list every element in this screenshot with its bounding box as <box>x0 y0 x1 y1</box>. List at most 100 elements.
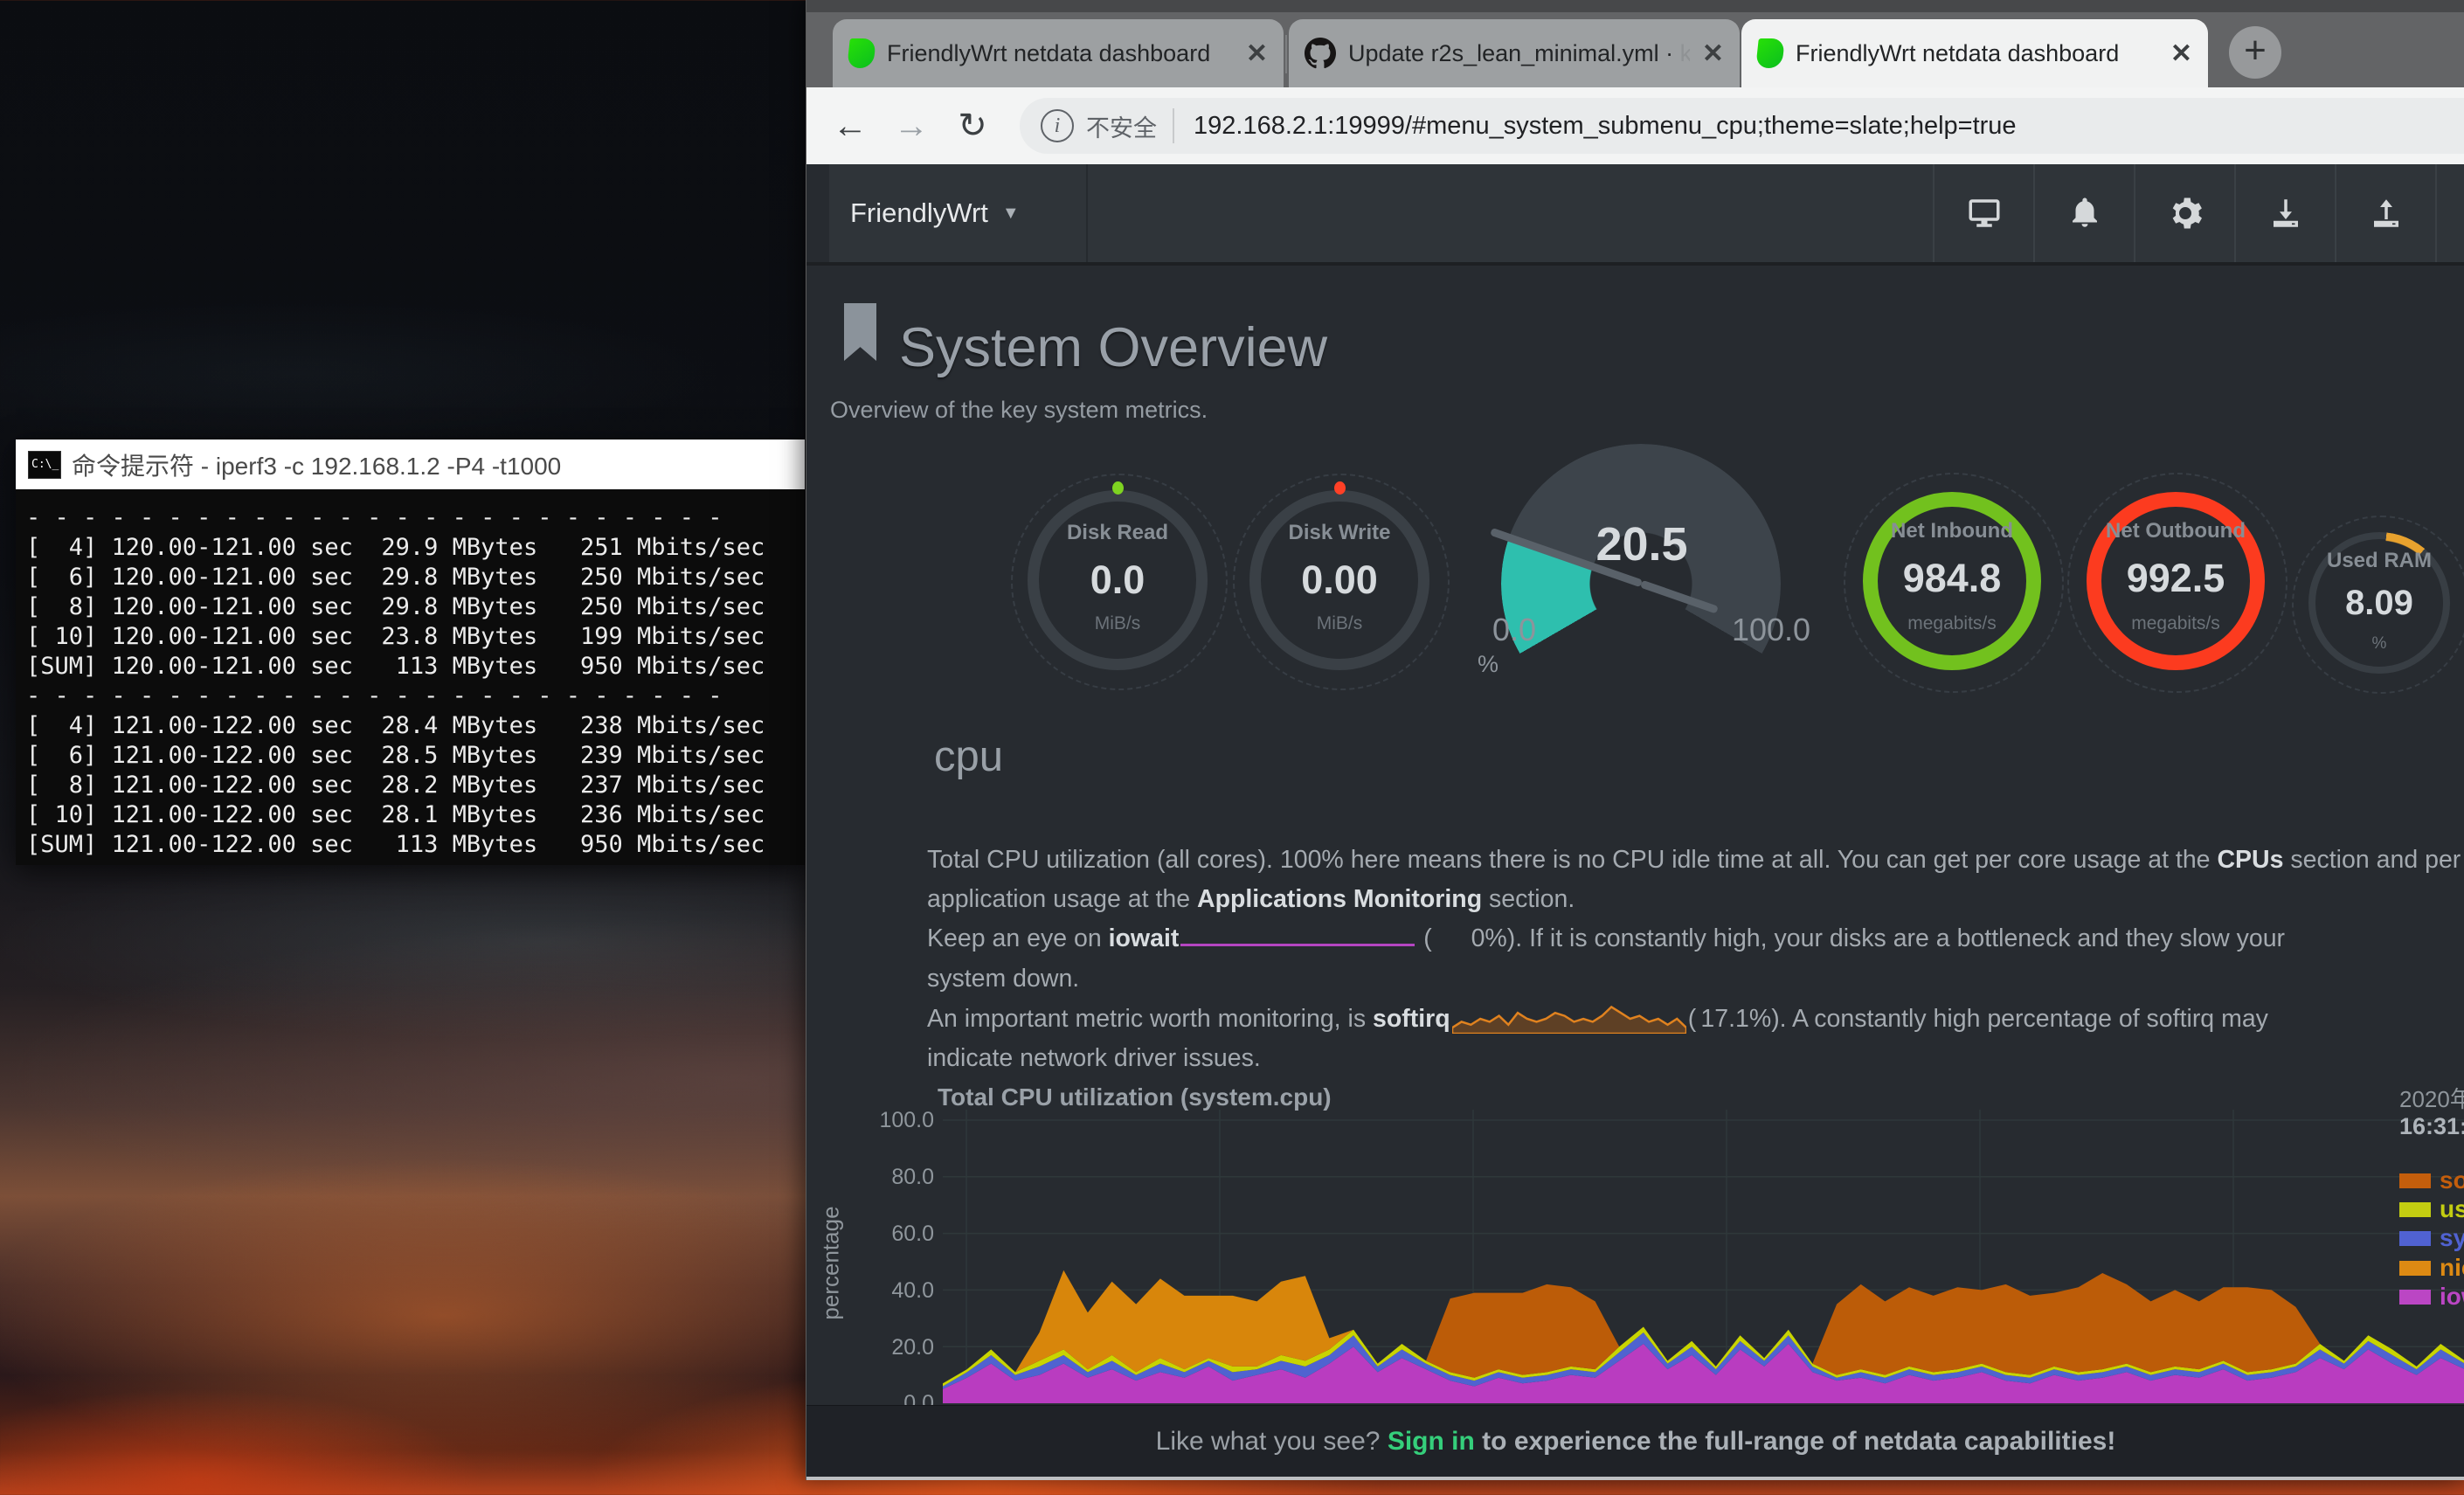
y-tick: 80.0 <box>829 1165 934 1190</box>
gear-icon <box>2167 195 2204 232</box>
legend-item[interactable]: nice <box>2399 1256 2464 1279</box>
monitor-icon <box>1966 195 2003 232</box>
tab-title: Update r2s_lean_minimal.yml · k <box>1348 40 1690 67</box>
gauge-value: 984.8 <box>1865 556 2039 601</box>
new-tab-button[interactable]: + <box>2229 26 2281 79</box>
tab-separator <box>1285 35 1287 73</box>
cpu-gauge-value: 20.5 <box>1554 517 1729 571</box>
forward-button[interactable]: → <box>889 103 934 149</box>
cpus-link[interactable]: CPUs <box>2217 846 2283 874</box>
print-monitor-button[interactable] <box>1933 164 2033 262</box>
import-snapshot-button[interactable] <box>2335 164 2435 262</box>
gauge-value: 0.00 <box>1252 557 1427 603</box>
page-title: System Overview <box>899 316 1327 379</box>
terminal-line: [ 10] 121.00-122.00 sec 28.1 MBytes 236 … <box>26 800 805 830</box>
gauge-value: 992.5 <box>2088 556 2263 601</box>
legend-swatch <box>2399 1231 2431 1246</box>
softirq-sparkline <box>1452 999 1686 1034</box>
cpu-gauge-unit: % <box>1418 651 1558 678</box>
tab-close-icon[interactable]: ✕ <box>2170 38 2192 69</box>
y-axis-label: percentage <box>818 1185 845 1342</box>
tab-strip: FriendlyWrt netdata dashboard ✕ Update r… <box>806 0 2464 87</box>
legend-swatch <box>2399 1261 2431 1276</box>
signin-bar: Like what you see? Sign in to experience… <box>806 1405 2464 1478</box>
alarms-button[interactable] <box>2033 164 2134 262</box>
toolbar-button-clipped[interactable] <box>2435 164 2464 262</box>
gauge-unit: MiB/s <box>1030 613 1205 634</box>
window-bottom-edge <box>806 1477 2464 1480</box>
iowait-value: 0% <box>1432 919 1507 959</box>
terminal-line: [ 4] 121.00-122.00 sec 28.4 MBytes 238 M… <box>26 711 805 741</box>
y-tick: 20.0 <box>829 1335 934 1360</box>
legend-item[interactable]: iowait <box>2399 1285 2464 1308</box>
legend-item[interactable]: user <box>2399 1198 2464 1221</box>
legend-item[interactable]: softirq <box>2399 1169 2464 1192</box>
terminal-line: [ 4] 120.00-121.00 sec 29.9 MBytes 251 M… <box>26 533 805 563</box>
upload-icon <box>2368 195 2405 232</box>
address-bar[interactable]: i 不安全 192.168.2.1:19999/#menu_system_sub… <box>1020 98 2464 154</box>
cpu-gauge-min: 0.0 <box>1444 612 1584 648</box>
host-name: FriendlyWrt <box>850 197 988 229</box>
tab-close-icon[interactable]: ✕ <box>1702 38 1724 69</box>
cpu-utilization-chart[interactable] <box>943 1110 2464 1405</box>
cmd-icon: C:\_ <box>28 451 61 479</box>
export-snapshot-button[interactable] <box>2234 164 2335 262</box>
gauge-label: Disk Write <box>1252 521 1427 545</box>
gauge-label: Net Outbound <box>2088 519 2263 543</box>
tab-title: FriendlyWrt netdata dashboard <box>887 40 1234 67</box>
reload-button[interactable]: ↻ <box>950 103 995 149</box>
disk-write-status-dot <box>1334 481 1346 495</box>
chart-date: 2020年3 <box>2399 1082 2464 1114</box>
chart-time: 16:31:2 <box>2399 1113 2464 1140</box>
legend-item[interactable]: system <box>2399 1227 2464 1249</box>
tab-github[interactable]: Update r2s_lean_minimal.yml · k ✕ <box>1289 19 1740 87</box>
chevron-down-icon: ▼ <box>1002 204 1020 224</box>
applications-monitoring-link[interactable]: Applications Monitoring <box>1197 885 1482 913</box>
tab-title: FriendlyWrt netdata dashboard <box>1796 40 2158 67</box>
y-tick: 40.0 <box>829 1278 934 1304</box>
settings-button[interactable] <box>2134 164 2234 262</box>
browser-toolbar: ← → ↻ i 不安全 192.168.2.1:19999/#menu_syst… <box>806 87 2464 164</box>
url-separator <box>1173 108 1174 143</box>
terminal-line: - - - - - - - - - - - - - - - - - - - - … <box>26 503 805 533</box>
gauge-value: 8.09 <box>2292 584 2464 623</box>
tab-netdata-2-active[interactable]: FriendlyWrt netdata dashboard ✕ <box>1741 19 2208 87</box>
cpu-description: Total CPU utilization (all cores). 100% … <box>927 841 2461 1078</box>
cpu-gauge-max: 100.0 <box>1701 612 1841 648</box>
netdata-favicon <box>847 38 876 68</box>
terminal-output[interactable]: - - - - - - - - - - - - - - - - - - - - … <box>16 489 805 865</box>
host-dropdown[interactable]: FriendlyWrt ▼ <box>806 164 1088 262</box>
back-button[interactable]: ← <box>827 103 873 149</box>
legend-swatch <box>2399 1173 2431 1188</box>
gauge-label: Disk Read <box>1030 521 1205 545</box>
terminal-line: [ 8] 120.00-121.00 sec 29.8 MBytes 250 M… <box>26 592 805 622</box>
gauge-label: Net Inbound <box>1865 519 2039 543</box>
terminal-line: [SUM] 121.00-122.00 sec 113 MBytes 950 M… <box>26 830 805 860</box>
security-label: 不安全 <box>1086 109 1157 143</box>
legend-swatch <box>2399 1290 2431 1305</box>
iowait-sparkline <box>1180 939 1415 946</box>
tab-close-icon[interactable]: ✕ <box>1246 38 1268 69</box>
terminal-titlebar[interactable]: C:\_ 命令提示符 - iperf3 -c 192.168.1.2 -P4 -… <box>16 440 805 489</box>
y-tick: 60.0 <box>829 1222 934 1247</box>
terminal-window: C:\_ 命令提示符 - iperf3 -c 192.168.1.2 -P4 -… <box>16 440 805 865</box>
terminal-line: [ 6] 121.00-122.00 sec 28.5 MBytes 239 M… <box>26 741 805 771</box>
gauge-unit: % <box>2292 634 2464 654</box>
url-text[interactable]: 192.168.2.1:19999/#menu_system_submenu_c… <box>1194 112 2017 141</box>
sign-in-link[interactable]: Sign in <box>1388 1427 1475 1456</box>
terminal-line: - - - - - - - - - - - - - - - - - - - - … <box>26 682 805 711</box>
terminal-line: [ 6] 120.00-121.00 sec 29.8 MBytes 250 M… <box>26 563 805 592</box>
gauge-unit: megabits/s <box>2088 613 2263 634</box>
softirq-value: 17.1% <box>1696 1000 1771 1039</box>
terminal-line: [ 8] 121.00-122.00 sec 28.2 MBytes 237 M… <box>26 771 805 800</box>
gauge-unit: MiB/s <box>1252 613 1427 634</box>
gauge-label: Used RAM <box>2292 549 2464 573</box>
browser-window: FriendlyWrt netdata dashboard ✕ Update r… <box>806 0 2464 1480</box>
tab-netdata-1[interactable]: FriendlyWrt netdata dashboard ✕ <box>833 19 1284 87</box>
terminal-line: [SUM] 120.00-121.00 sec 113 MBytes 950 M… <box>26 652 805 682</box>
terminal-line: [ 10] 120.00-121.00 sec 23.8 MBytes 199 … <box>26 622 805 652</box>
disk-read-status-dot <box>1112 481 1124 495</box>
legend-swatch <box>2399 1202 2431 1217</box>
info-icon[interactable]: i <box>1041 109 1074 142</box>
y-tick: 100.0 <box>829 1108 934 1133</box>
